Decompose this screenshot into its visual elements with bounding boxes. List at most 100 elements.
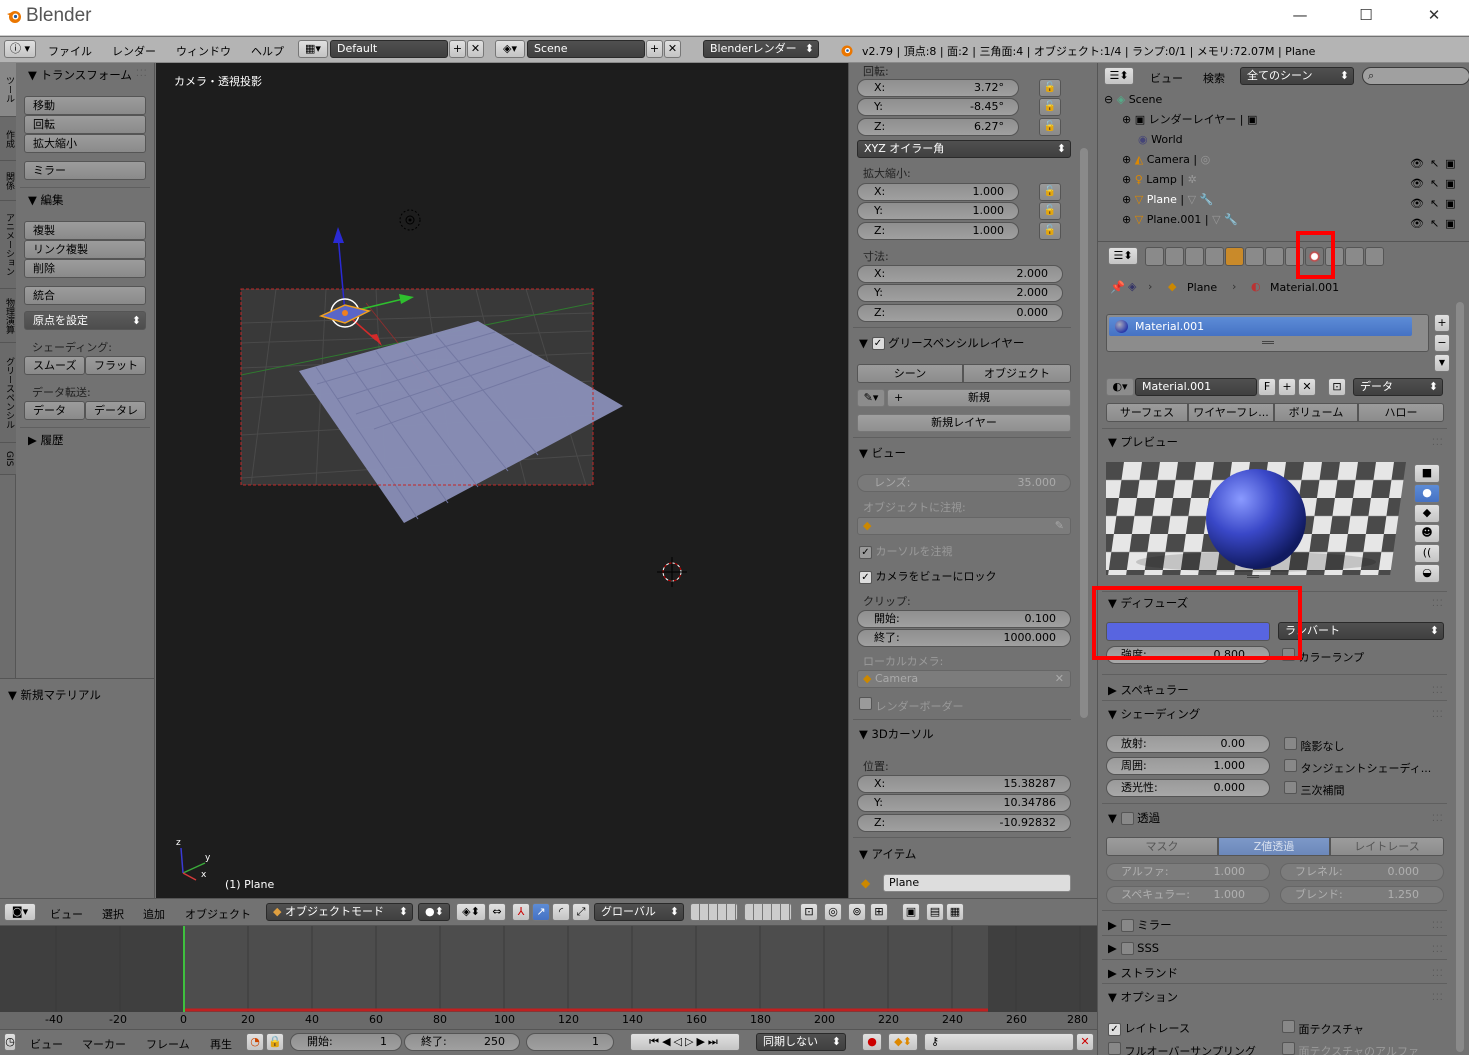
scene-add-button[interactable]: + [646, 40, 663, 58]
checkbox[interactable] [1284, 781, 1297, 794]
fresnel-field[interactable]: フレネル: 0.000 [1280, 863, 1444, 881]
tab-create[interactable]: 作成 [0, 117, 16, 161]
maximize-button[interactable]: ☐ [1346, 4, 1386, 28]
material-slot-item[interactable]: Material.001 [1109, 317, 1412, 336]
menu-search[interactable]: 検索 [1203, 70, 1225, 86]
cubic-option[interactable]: 三次補間 [1284, 781, 1345, 798]
flat-button[interactable]: フラット [85, 356, 146, 375]
halo-tab[interactable]: ハロー [1358, 403, 1444, 422]
visibility-plane-icons[interactable]: 👁↖▣ [1410, 197, 1462, 210]
editor-type-properties-icon[interactable]: ☰⬍ [1108, 247, 1138, 265]
checkbox[interactable] [1284, 759, 1297, 772]
lock-icon[interactable]: 🔓 [1039, 98, 1061, 116]
sync-dropdown[interactable]: 同期しない ⬍ [756, 1033, 846, 1051]
menu-select[interactable]: 選択 [102, 906, 124, 922]
scene-name-field[interactable]: Scene [527, 40, 645, 58]
material-slot-list[interactable]: Material.001 [1106, 314, 1429, 352]
grease-scene-tab[interactable]: シーン [857, 364, 963, 383]
intensity-field[interactable]: 強度: 0.800 [1106, 646, 1270, 664]
editor-type-3d-icon[interactable]: ◙▾ [4, 903, 36, 921]
menu-add[interactable]: 追加 [143, 906, 165, 922]
tab-gis[interactable]: GIS [0, 443, 16, 475]
grease-object-tab[interactable]: オブジェクト [963, 364, 1071, 383]
mirror-checkbox[interactable] [1120, 919, 1134, 932]
strand-panel-header[interactable]: ▶ ストランド [1108, 965, 1178, 981]
lock-range-icon[interactable]: 🔒 [266, 1033, 284, 1051]
checkbox[interactable] [1282, 1020, 1295, 1033]
lens-field[interactable]: レンズ: 35.000 [857, 474, 1071, 492]
grease-pencil-checkbox[interactable]: ✓ [871, 337, 885, 350]
diffuse-shader-dropdown[interactable]: ランバート ⬍ [1278, 622, 1444, 640]
options-panel-header[interactable]: ▼ オプション [1108, 989, 1178, 1005]
ambient-field[interactable]: 周囲: 1.000 [1106, 757, 1270, 775]
checkbox[interactable] [1108, 1042, 1121, 1055]
drag-handle-icon[interactable]: ⁚⁚⁚ [1432, 969, 1444, 979]
mode-dropdown[interactable]: ◆ オブジェクトモード ⬍ [266, 903, 413, 921]
local-camera-field[interactable]: ◆ Camera ✕ [857, 670, 1071, 688]
layout-select-icon[interactable]: ▦▾ [298, 40, 328, 58]
transparency-checkbox[interactable] [1120, 812, 1134, 825]
menu-view[interactable]: ビュー [30, 1036, 63, 1052]
outliner-row-camera[interactable]: ⊕ ◭ Camera | ◎ [1122, 150, 1432, 170]
diffuse-panel-header[interactable]: ▼ ディフューズ [1108, 595, 1188, 611]
menu-window[interactable]: ウィンドウ [176, 43, 231, 59]
checkbox[interactable] [1282, 648, 1295, 661]
volume-tab[interactable]: ボリューム [1274, 403, 1358, 422]
transparency-panel-header[interactable]: ▼ 透過 [1108, 810, 1160, 826]
keying-icon[interactable]: ◆⬍ [888, 1033, 918, 1051]
constraints-tab-icon[interactable] [1245, 247, 1264, 266]
texture-tab-icon[interactable] [1325, 247, 1344, 266]
preview-sphere-icon[interactable]: ● [1414, 484, 1440, 503]
clip-start-field[interactable]: 開始: 0.100 [857, 610, 1071, 628]
mirror-panel-header[interactable]: ▶ ミラー [1108, 917, 1172, 933]
drag-handle-icon[interactable]: ⁚⁚⁚ [1432, 921, 1444, 931]
drag-handle-icon[interactable]: ⁚⁚⁚ [1432, 945, 1444, 955]
dimension-x-field[interactable]: X: 2.000 [857, 265, 1063, 283]
scene-select-icon[interactable]: ◈▾ [495, 40, 525, 58]
editor-type-outliner-icon[interactable]: ☰⬍ [1104, 67, 1134, 85]
3d-cursor-panel-header[interactable]: ▼ 3Dカーソル [859, 726, 934, 742]
history-panel-header[interactable]: ▶ 履歴 [28, 432, 64, 448]
snap-element-icon[interactable]: ⊞ [870, 903, 888, 921]
move-button[interactable]: 移動 [24, 96, 146, 115]
drag-handle-icon[interactable]: ⁚⁚⁚ [1432, 993, 1444, 1003]
render-layers-tab-icon[interactable] [1165, 247, 1184, 266]
menu-frame[interactable]: フレーム [146, 1036, 190, 1052]
menu-render[interactable]: レンダー [112, 43, 156, 59]
npanel-scrollbar[interactable] [1080, 148, 1088, 718]
preview-sky-icon[interactable]: ◒ [1414, 564, 1440, 583]
surface-tab[interactable]: サーフェス [1106, 403, 1188, 422]
resize-handle-icon[interactable] [1247, 575, 1259, 578]
wireframe-tab[interactable]: ワイヤーフレ... [1188, 403, 1274, 422]
checkbox[interactable] [1284, 737, 1297, 750]
full-oversampling-option[interactable]: フルオーバーサンプリング [1108, 1042, 1256, 1055]
layers-group-1[interactable] [690, 903, 738, 921]
outliner-row-plane[interactable]: ⊕ ▽ Plane | ▽ 🔧 [1122, 190, 1432, 210]
pin-icon[interactable]: 📌 [1110, 280, 1125, 294]
checkbox[interactable]: ✓ [859, 571, 872, 584]
outliner-row-world[interactable]: ◉ World [1138, 130, 1448, 150]
menu-marker[interactable]: マーカー [82, 1036, 126, 1052]
tab-animation[interactable]: アニメーション [0, 201, 16, 289]
world-tab-icon[interactable] [1205, 247, 1224, 266]
visibility-camera-icons[interactable]: 👁↖▣ [1410, 157, 1462, 170]
drag-handle-icon[interactable]: ⁚⁚⁚ [1432, 599, 1444, 609]
delete-button[interactable]: 削除 [24, 259, 146, 278]
ramp-option[interactable]: カラーランプ [1282, 648, 1364, 665]
timeline[interactable]: -40 -20 0 20 40 60 80 100 120 140 160 18… [0, 926, 1097, 1029]
preview-panel-header[interactable]: ▼ プレビュー [1108, 434, 1178, 450]
transform-panel-header[interactable]: ▼ トランスフォーム [28, 67, 132, 83]
grease-new-button[interactable]: + 新規 [887, 389, 1071, 407]
close-window-button[interactable]: ✕ [1414, 4, 1454, 28]
clip-end-field[interactable]: 終了: 1000.000 [857, 629, 1071, 647]
rotation-z-field[interactable]: Z: 6.27° [857, 118, 1019, 136]
lock-icon[interactable]: 🔓 [1039, 118, 1061, 136]
specular-alpha-field[interactable]: スペキュラー: 1.000 [1106, 886, 1270, 904]
data-layout-button[interactable]: データレ [85, 401, 146, 420]
orientation-dropdown[interactable]: グローバル ⬍ [594, 903, 684, 921]
preview-range-icon[interactable]: ◔ [246, 1033, 264, 1051]
snap-icon[interactable]: ⊚ [848, 903, 866, 921]
keying-set-field[interactable]: ⚷ [924, 1033, 1074, 1051]
proportional-edit-icon[interactable]: ◎ [824, 903, 842, 921]
rotation-y-field[interactable]: Y: -8.45° [857, 98, 1019, 116]
